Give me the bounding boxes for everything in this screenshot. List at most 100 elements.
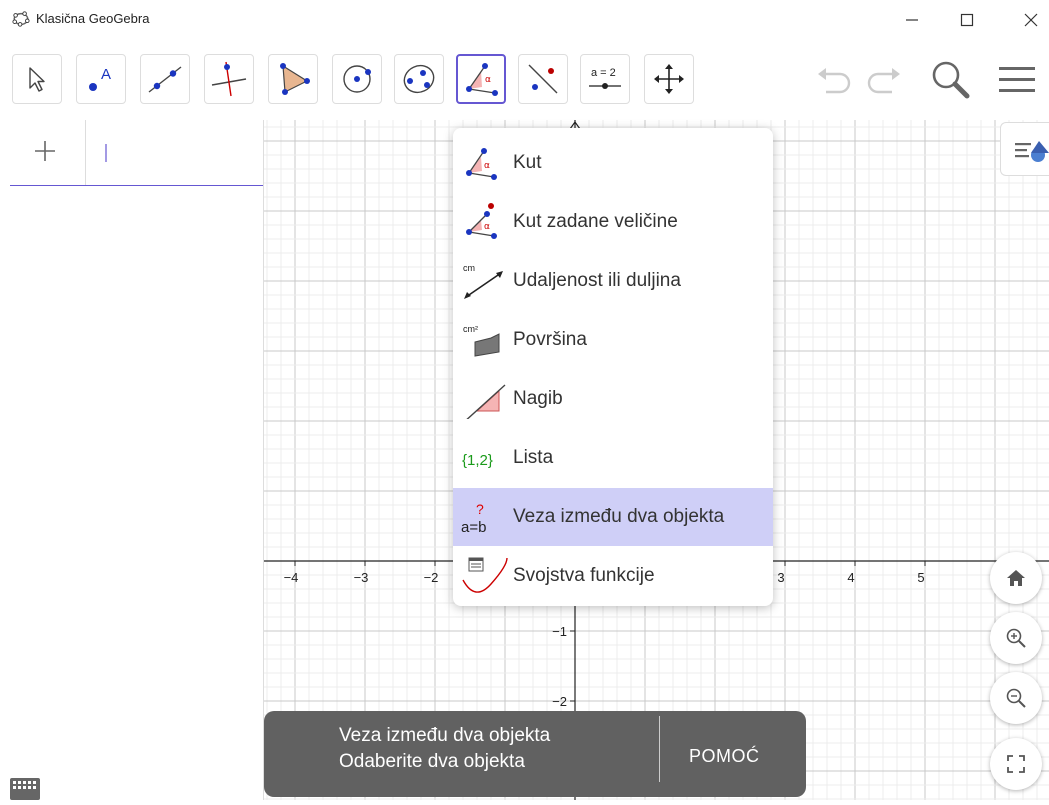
angle-fixed-icon: α: [466, 203, 497, 239]
point-tool-button[interactable]: A: [76, 54, 126, 104]
search-icon: [932, 61, 970, 99]
reflect-tool-button[interactable]: [518, 54, 568, 104]
distance-icon: cm: [463, 263, 503, 299]
plus-icon: [35, 141, 55, 161]
perpendicular-tool-button[interactable]: [204, 54, 254, 104]
x-tick-label: 5: [917, 570, 924, 585]
ellipse-icon: [403, 64, 435, 94]
zoom-out-button[interactable]: [990, 672, 1042, 724]
svg-text:a = 2: a = 2: [591, 67, 616, 79]
circle-tool-button[interactable]: [332, 54, 382, 104]
angle-icon: α: [466, 148, 497, 180]
point-icon: A: [89, 66, 111, 91]
maximize-button[interactable]: [952, 8, 982, 32]
menu-item-area[interactable]: cm² Površina: [453, 311, 773, 369]
y-tick-label: −1: [552, 624, 567, 639]
svg-text:α: α: [484, 161, 490, 171]
zoom-in-button[interactable]: [990, 612, 1042, 664]
title-bar: Klasična GeoGebra: [0, 0, 1049, 40]
menu-item-label: Nagib: [513, 388, 563, 409]
conic-tool-button[interactable]: [394, 54, 444, 104]
window-title: Klasična GeoGebra: [36, 11, 150, 26]
menu-item-slope[interactable]: Nagib: [453, 370, 773, 428]
menu-item-angle-fixed[interactable]: α Kut zadane veličine: [453, 193, 773, 251]
geogebra-logo-icon: [12, 11, 30, 27]
algebra-input-row: [10, 120, 263, 186]
svg-text:cm: cm: [463, 263, 475, 273]
x-tick-label: −4: [284, 570, 299, 585]
help-button[interactable]: POMOĆ: [689, 746, 760, 767]
slope-icon: [466, 384, 506, 419]
reflect-icon: [528, 64, 558, 94]
x-tick-label: 4: [847, 570, 854, 585]
svg-text:α: α: [485, 75, 491, 85]
move-view-tool-button[interactable]: [644, 54, 694, 104]
menu-item-function-inspector[interactable]: Svojstva funkcije: [453, 547, 773, 605]
x-tick-label: −2: [424, 570, 439, 585]
line-icon: [148, 66, 182, 93]
circle-center-icon: [343, 65, 371, 93]
tool-name-text: Veza između dva objekta: [339, 725, 551, 746]
svg-text:?: ?: [476, 501, 484, 517]
style-bar-toggle-button[interactable]: [1000, 122, 1049, 176]
menu-item-label: Svojstva funkcije: [513, 565, 655, 586]
zoom-out-icon: [1006, 688, 1026, 708]
svg-text:α: α: [484, 222, 490, 232]
arrow-cursor-icon: [29, 67, 45, 92]
list-icon: {1,2}: [462, 452, 493, 469]
text-caret: [105, 144, 107, 162]
svg-text:cm²: cm²: [463, 324, 478, 334]
perpendicular-line-icon: [211, 61, 247, 97]
move-tool-button[interactable]: [12, 54, 62, 104]
menu-item-label: Površina: [513, 329, 587, 350]
maximize-icon: [960, 13, 974, 27]
angle-icon: α: [466, 63, 498, 96]
redo-icon: [867, 68, 900, 94]
tool-hint-text: Odaberite dva objekta: [339, 751, 525, 772]
relation-icon: ? a=b: [461, 501, 486, 536]
fullscreen-icon: [1007, 755, 1025, 773]
zoom-in-icon: [1006, 628, 1026, 648]
close-button[interactable]: [1016, 8, 1046, 32]
standard-view-button[interactable]: [990, 552, 1042, 604]
algebra-input[interactable]: [90, 120, 260, 184]
undo-button[interactable]: [812, 60, 856, 100]
home-icon: [1007, 570, 1025, 586]
main-menu-button[interactable]: [996, 60, 1038, 100]
menu-item-label: Udaljenost ili duljina: [513, 270, 681, 291]
add-item-button[interactable]: [34, 138, 56, 168]
snackbar-divider: [659, 716, 660, 782]
menu-item-label: Veza između dva objekta: [513, 506, 725, 527]
area-icon: cm²: [463, 324, 500, 357]
move-arrows-icon: [654, 64, 684, 94]
menu-item-distance[interactable]: cm Udaljenost ili duljina: [453, 252, 773, 310]
fullscreen-button[interactable]: [990, 738, 1042, 790]
angle-tools-menu: α Kut α Kut zadane veličine cm Udaljenos…: [453, 128, 773, 606]
polygon-tool-button[interactable]: [268, 54, 318, 104]
keyboard-icon: [10, 778, 40, 800]
line-tool-button[interactable]: [140, 54, 190, 104]
minimize-button[interactable]: [897, 8, 927, 32]
x-tick-label: 3: [777, 570, 784, 585]
style-bar-icon: [1015, 141, 1049, 162]
undo-icon: [818, 68, 851, 94]
menu-item-label: Lista: [513, 447, 554, 468]
triangle-icon: [280, 63, 310, 95]
slider-icon: a = 2: [589, 67, 621, 89]
svg-text:A: A: [101, 66, 111, 83]
menu-item-relation[interactable]: ? a=b Veza između dva objekta: [453, 488, 773, 546]
keyboard-toggle-button[interactable]: [10, 778, 40, 800]
y-tick-label: −2: [552, 694, 567, 709]
algebra-view: [0, 120, 264, 800]
svg-text:{1,2}: {1,2}: [462, 452, 493, 469]
slider-tool-button[interactable]: a = 2: [580, 54, 630, 104]
minimize-icon: [906, 19, 918, 21]
search-button[interactable]: [928, 60, 974, 100]
menu-item-label: Kut: [513, 152, 542, 173]
svg-text:a=b: a=b: [461, 519, 486, 536]
angle-tool-button[interactable]: α: [456, 54, 506, 104]
menu-item-list[interactable]: {1,2} Lista: [453, 429, 773, 487]
redo-button[interactable]: [862, 60, 906, 100]
menu-item-angle[interactable]: α Kut: [453, 134, 773, 192]
toolbar: A α a = 2: [0, 40, 1049, 120]
